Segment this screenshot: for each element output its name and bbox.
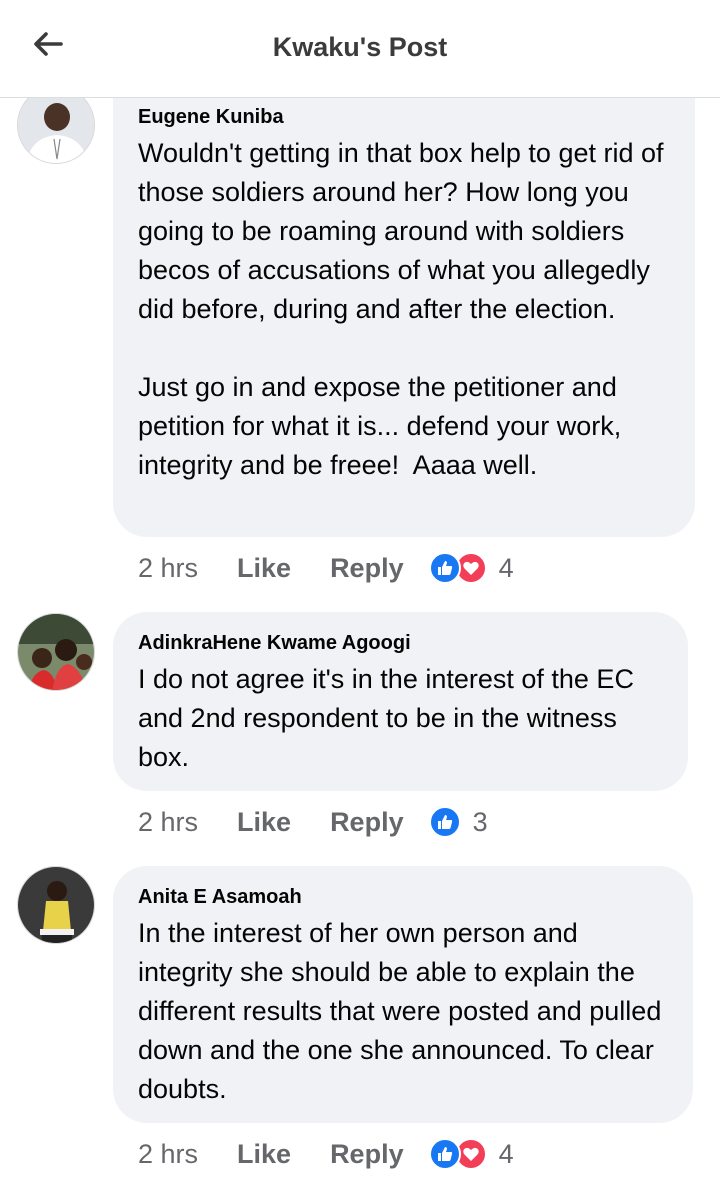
like-icon — [428, 552, 461, 584]
reaction-count: 4 — [498, 1138, 514, 1169]
comment-text: In the interest of her own person and in… — [138, 918, 669, 1104]
avatar[interactable] — [17, 866, 95, 944]
comment-actions: 2 hrs Like Reply 3 — [138, 802, 488, 842]
reply-button[interactable]: Reply — [330, 807, 404, 838]
comment-bubble: Eugene Kuniba Wouldn't getting in that b… — [113, 86, 695, 537]
reaction-count: 4 — [498, 552, 514, 583]
top-bar: Kwaku's Post — [0, 0, 720, 98]
reply-button[interactable]: Reply — [330, 1139, 404, 1170]
comment-actions: 2 hrs Like Reply 4 — [138, 1134, 514, 1174]
page-title: Kwaku's Post — [272, 32, 448, 62]
comment-time[interactable]: 2 hrs — [138, 1139, 198, 1170]
like-icon — [428, 806, 461, 838]
comment-text: I do not agree it's in the interest of t… — [138, 664, 642, 772]
like-icon — [428, 1138, 461, 1170]
reaction-summary[interactable]: 4 — [428, 1138, 514, 1170]
like-button[interactable]: Like — [237, 553, 291, 584]
comment-bubble: Anita E Asamoah In the interest of her o… — [113, 866, 693, 1123]
comment-text: Wouldn't getting in that box help to get… — [138, 138, 664, 480]
reply-button[interactable]: Reply — [330, 553, 404, 584]
comment-time[interactable]: 2 hrs — [138, 553, 198, 584]
like-button[interactable]: Like — [237, 807, 291, 838]
reaction-summary[interactable]: 4 — [428, 552, 514, 584]
avatar[interactable] — [17, 613, 95, 691]
comment-time[interactable]: 2 hrs — [138, 807, 198, 838]
comment-actions: 2 hrs Like Reply 4 — [138, 548, 514, 588]
comment-author[interactable]: AdinkraHene Kwame Agoogi — [138, 630, 663, 656]
comment-author[interactable]: Anita E Asamoah — [138, 884, 668, 910]
reaction-summary[interactable]: 3 — [428, 806, 488, 838]
reaction-count: 3 — [472, 806, 488, 837]
comment-author[interactable]: Eugene Kuniba — [138, 104, 670, 130]
comment-bubble: AdinkraHene Kwame Agoogi I do not agree … — [113, 612, 688, 791]
like-button[interactable]: Like — [237, 1139, 291, 1170]
